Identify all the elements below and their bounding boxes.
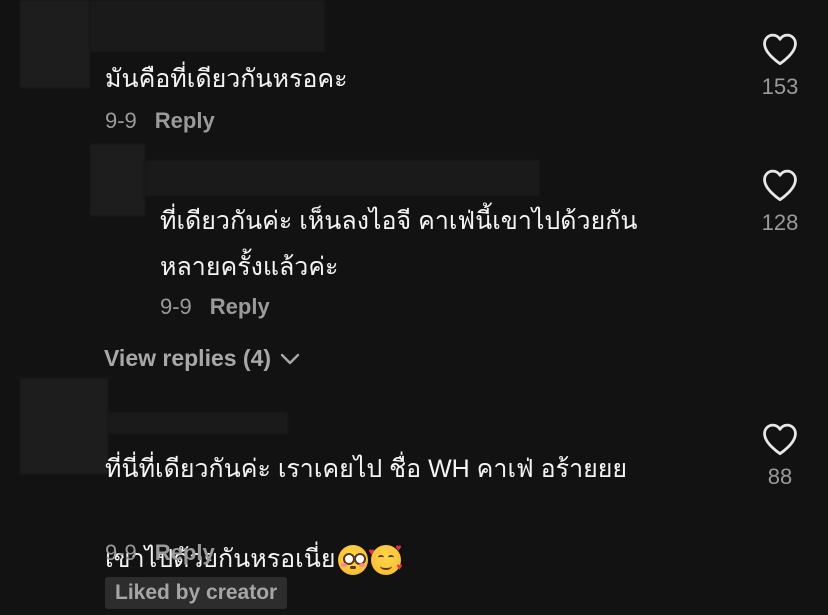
- like-count: 88: [767, 464, 793, 489]
- reply-button[interactable]: Reply: [155, 108, 215, 134]
- avatar[interactable]: [20, 378, 108, 474]
- comment-meta: 9-9 Reply: [160, 294, 270, 320]
- view-replies-button[interactable]: View replies (4): [104, 345, 301, 372]
- comment-text: มันคือที่เดียวกันหรอคะ: [105, 65, 348, 93]
- like-button[interactable]: 128: [750, 168, 810, 236]
- comment-meta: 9-9 Reply: [105, 540, 215, 566]
- chevron-down-icon: [280, 353, 300, 364]
- comment-text-line2-wrap: เขาไปด้วยกันหรอเนี่ย ♥ ♥ ♥: [105, 490, 403, 582]
- comment-text: ที่เดียวกันค่ะ เห็นลงไอจี คาเฟ่นี้เขาไปด…: [160, 207, 638, 281]
- avatar[interactable]: [20, 0, 90, 88]
- like-button[interactable]: 153: [750, 32, 810, 100]
- comment-text-line1: ที่นี่ที่เดียวกันค่ะ เราเคยไป ชื่อ WH คา…: [105, 455, 628, 483]
- comment-date: 9-9: [105, 108, 137, 133]
- heart-icon: [763, 169, 797, 202]
- reply-button[interactable]: Reply: [210, 294, 270, 320]
- avatar[interactable]: [90, 144, 145, 216]
- heart-icon: [763, 423, 797, 456]
- heart-icon: [763, 33, 797, 66]
- like-count: 153: [761, 74, 799, 99]
- comment-date: 9-9: [160, 294, 192, 319]
- reply-button[interactable]: Reply: [155, 540, 215, 566]
- comment-meta: 9-9 Reply: [105, 108, 215, 134]
- username-redacted[interactable]: [145, 160, 540, 196]
- like-button[interactable]: 88: [750, 422, 810, 490]
- smiling-face-with-hearts-emoji: ♥ ♥ ♥: [368, 543, 403, 576]
- flushed-face-emoji: [338, 545, 369, 576]
- username-redacted[interactable]: [108, 412, 288, 434]
- like-count: 128: [761, 210, 799, 235]
- view-replies-label: View replies (4): [104, 345, 272, 371]
- liked-by-creator-badge: Liked by creator: [105, 577, 288, 609]
- username-redacted[interactable]: [90, 0, 325, 52]
- comment-date: 9-9: [105, 540, 137, 565]
